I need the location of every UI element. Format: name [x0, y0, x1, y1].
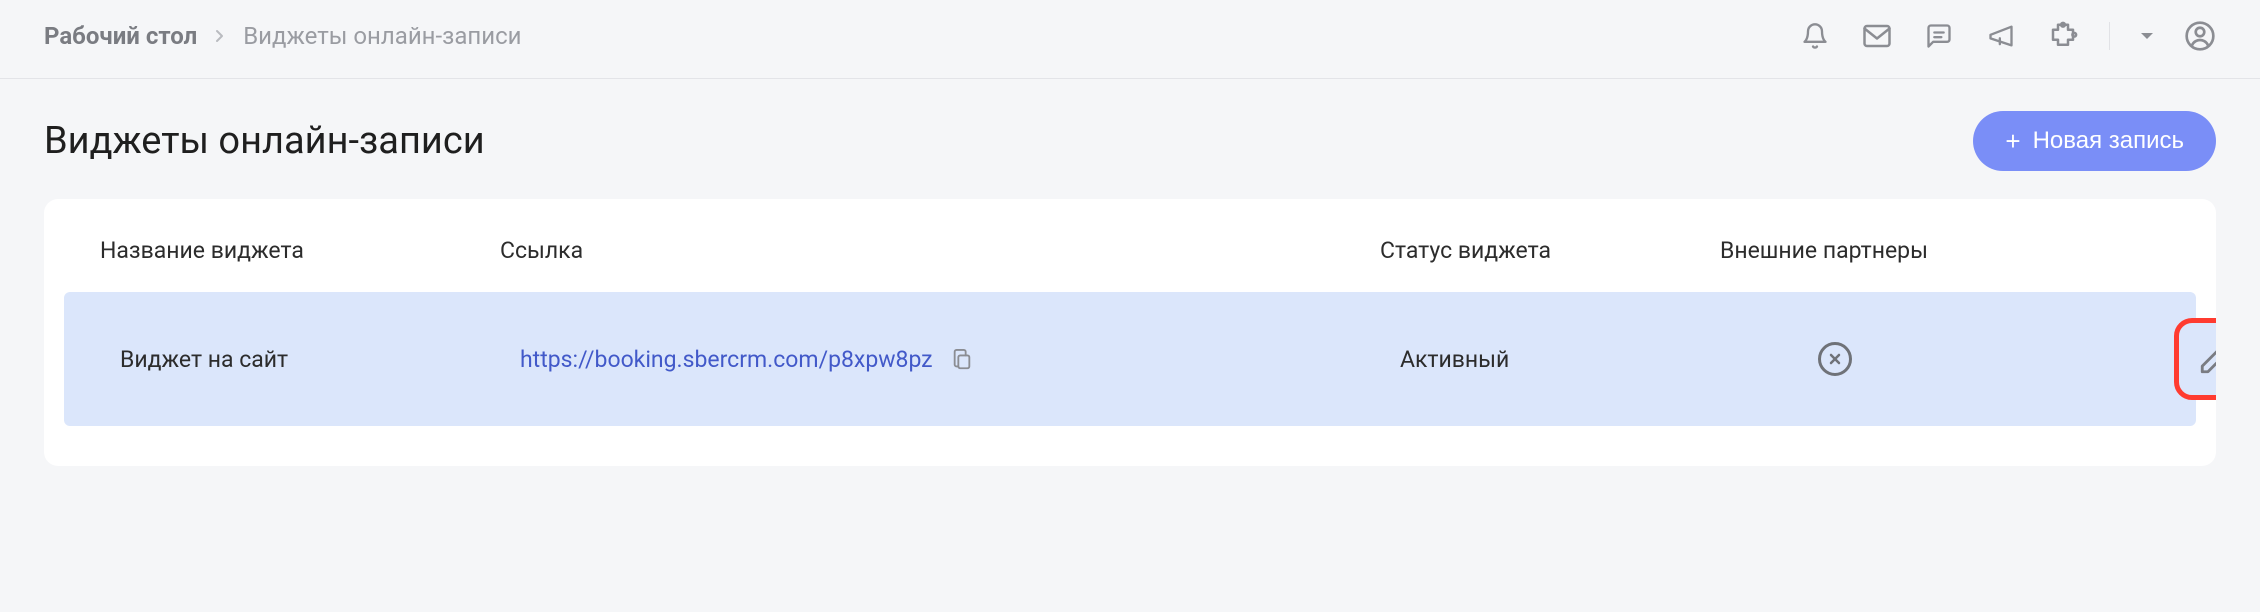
table-header: Название виджета Ссылка Статус виджета В…	[44, 199, 2216, 292]
edit-button[interactable]	[2174, 318, 2216, 400]
page-title: Виджеты онлайн-записи	[44, 119, 485, 163]
table-row[interactable]: Виджет на сайт https://booking.sbercrm.c…	[64, 292, 2196, 426]
widgets-table: Название виджета Ссылка Статус виджета В…	[44, 199, 2216, 466]
widget-link[interactable]: https://booking.sbercrm.com/p8xpw8pz	[520, 346, 933, 373]
col-header-name: Название виджета	[100, 237, 500, 264]
col-header-status: Статус виджета	[1380, 237, 1720, 264]
table-spacer	[44, 426, 2216, 466]
cell-link: https://booking.sbercrm.com/p8xpw8pz	[520, 346, 1400, 373]
breadcrumb: Рабочий стол Виджеты онлайн-записи	[44, 22, 522, 50]
cell-partners	[1740, 342, 2140, 376]
topbar-icons	[1799, 20, 2216, 52]
col-header-link: Ссылка	[500, 237, 1380, 264]
chat-icon[interactable]	[1923, 20, 1955, 52]
pencil-icon	[2198, 342, 2216, 376]
page-header: Виджеты онлайн-записи + Новая запись	[0, 79, 2260, 199]
separator	[2109, 22, 2110, 50]
bell-icon[interactable]	[1799, 20, 1831, 52]
cell-actions	[2140, 318, 2216, 400]
cell-name: Виджет на сайт	[120, 346, 520, 373]
cell-status: Активный	[1400, 346, 1740, 373]
plus-icon: +	[2005, 128, 2020, 154]
copy-icon[interactable]	[951, 348, 973, 370]
megaphone-icon[interactable]	[1985, 20, 2017, 52]
new-record-button[interactable]: + Новая запись	[1973, 111, 2216, 171]
table-card: Название виджета Ссылка Статус виджета В…	[44, 199, 2216, 466]
puzzle-icon[interactable]	[2047, 20, 2079, 52]
new-record-label: Новая запись	[2033, 127, 2184, 155]
topbar: Рабочий стол Виджеты онлайн-записи	[0, 0, 2260, 79]
col-header-partners: Внешние партнеры	[1720, 237, 2120, 264]
x-circle-icon[interactable]	[1818, 342, 1852, 376]
breadcrumb-current: Виджеты онлайн-записи	[243, 22, 521, 50]
chevron-right-icon	[215, 29, 225, 43]
user-icon[interactable]	[2184, 20, 2216, 52]
breadcrumb-root[interactable]: Рабочий стол	[44, 22, 197, 50]
caret-down-icon[interactable]	[2140, 31, 2154, 41]
mail-icon[interactable]	[1861, 20, 1893, 52]
